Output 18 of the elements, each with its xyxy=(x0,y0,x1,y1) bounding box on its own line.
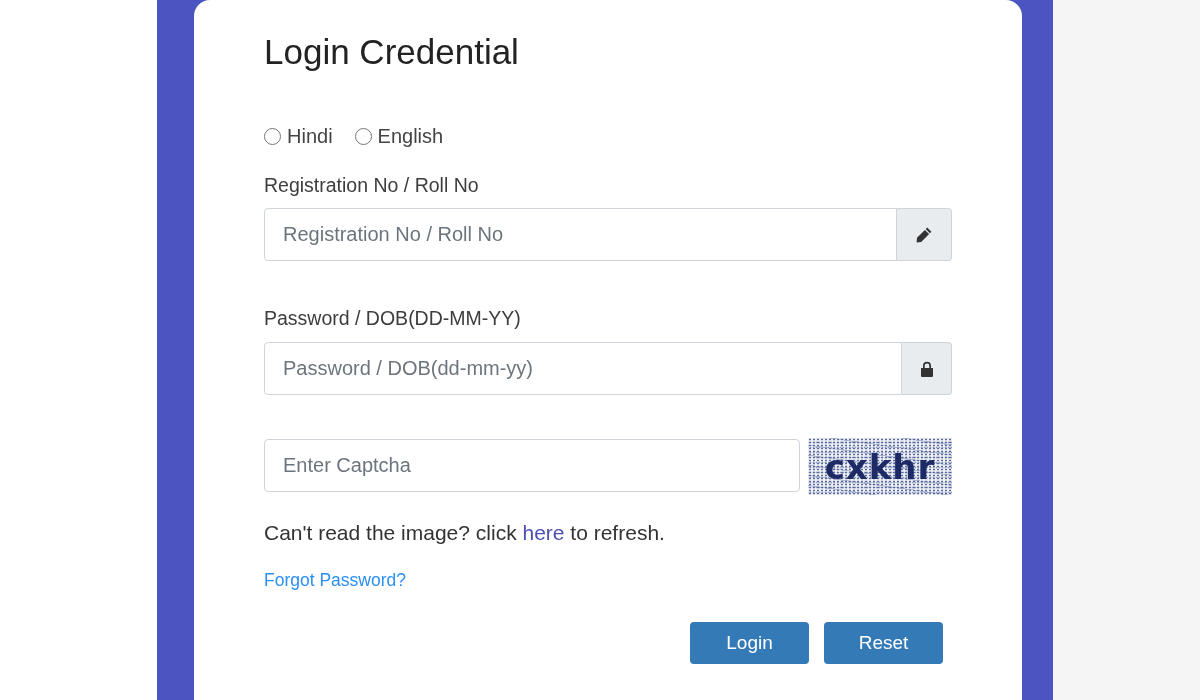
lock-icon xyxy=(919,360,934,377)
captcha-text: cxkhr xyxy=(824,446,936,487)
forgot-password-link[interactable]: Forgot Password? xyxy=(264,571,406,590)
form-button[interactable]: Login xyxy=(690,622,809,664)
pencil-icon xyxy=(916,226,932,243)
text-field[interactable]: Registration No / Roll No xyxy=(264,208,897,261)
refresh-link[interactable]: here xyxy=(522,521,565,544)
form-title: Login Credential xyxy=(264,33,520,71)
radio-label: English xyxy=(377,125,444,147)
radio-button[interactable] xyxy=(264,127,281,145)
refresh-hint: Can't read the image? click here to refresh. xyxy=(264,521,666,544)
form-button[interactable]: Reset xyxy=(824,622,943,664)
radio-label: Hindi xyxy=(287,125,333,147)
captcha-field[interactable]: Enter Captcha xyxy=(264,439,800,492)
radio-button[interactable] xyxy=(354,127,372,145)
field-label: Password / DOB(DD-MM-YY) xyxy=(264,307,522,329)
field-label: Registration No / Roll No xyxy=(264,174,480,196)
text-field[interactable]: Password / DOB(dd-mm-yy) xyxy=(264,342,902,395)
